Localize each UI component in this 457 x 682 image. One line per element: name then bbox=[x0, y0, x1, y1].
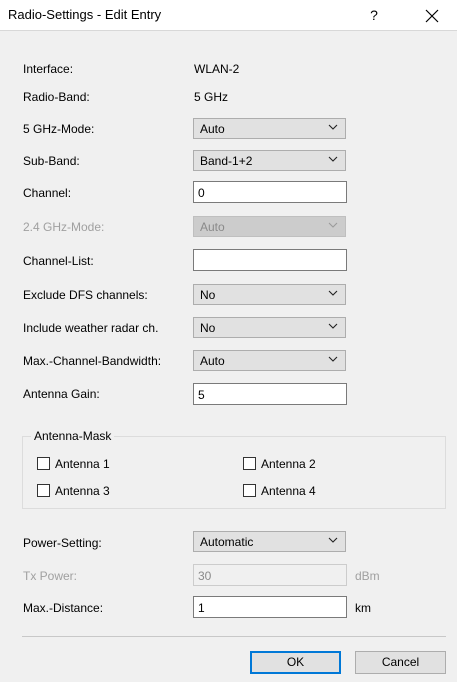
chevron-down-icon bbox=[328, 323, 338, 329]
exclude-dfs-label: Exclude DFS channels: bbox=[23, 288, 148, 302]
24ghz-mode-select: Auto bbox=[193, 216, 346, 237]
power-setting-label: Power-Setting: bbox=[23, 536, 102, 550]
max-distance-value: 1 bbox=[198, 601, 205, 615]
close-button[interactable] bbox=[412, 3, 452, 27]
exclude-dfs-select[interactable]: No bbox=[193, 284, 346, 305]
chevron-down-icon bbox=[328, 356, 338, 362]
max-bandwidth-select[interactable]: Auto bbox=[193, 350, 346, 371]
chevron-down-icon bbox=[328, 290, 338, 296]
exclude-dfs-value: No bbox=[200, 288, 216, 302]
chevron-down-icon bbox=[328, 222, 338, 228]
chevron-down-icon bbox=[328, 124, 338, 130]
max-bandwidth-value: Auto bbox=[200, 354, 225, 368]
antenna-3-checkbox[interactable]: Antenna 3 bbox=[37, 484, 147, 500]
channel-label: Channel: bbox=[23, 186, 72, 200]
max-distance-input[interactable]: 1 bbox=[193, 596, 347, 618]
channel-value: 0 bbox=[198, 186, 205, 200]
chevron-down-icon bbox=[328, 156, 338, 162]
max-distance-unit: km bbox=[355, 601, 371, 615]
checkbox-box bbox=[37, 457, 50, 470]
antenna-3-label: Antenna 3 bbox=[55, 484, 110, 498]
antenna-gain-value: 5 bbox=[198, 388, 205, 402]
interface-label: Interface: bbox=[23, 62, 74, 76]
antenna-1-checkbox[interactable]: Antenna 1 bbox=[37, 457, 147, 473]
antenna-2-checkbox[interactable]: Antenna 2 bbox=[243, 457, 353, 473]
antenna-4-checkbox[interactable]: Antenna 4 bbox=[243, 484, 353, 500]
close-icon bbox=[425, 9, 439, 23]
max-bandwidth-label: Max.-Channel-Bandwidth: bbox=[23, 354, 162, 368]
help-button[interactable]: ? bbox=[360, 3, 388, 27]
checkbox-box bbox=[37, 484, 50, 497]
window-title: Radio-Settings - Edit Entry bbox=[8, 7, 162, 22]
channel-list-label: Channel-List: bbox=[23, 254, 94, 268]
5ghz-mode-label: 5 GHz-Mode: bbox=[23, 122, 95, 136]
checkbox-box bbox=[243, 484, 256, 497]
24ghz-mode-value: Auto bbox=[200, 220, 225, 234]
tx-power-value: 30 bbox=[198, 569, 212, 583]
channel-input[interactable]: 0 bbox=[193, 181, 347, 203]
checkbox-box bbox=[243, 457, 256, 470]
5ghz-mode-select[interactable]: Auto bbox=[193, 118, 346, 139]
weather-radar-label: Include weather radar ch. bbox=[23, 321, 159, 335]
antenna-1-label: Antenna 1 bbox=[55, 457, 110, 471]
radio-band-value: 5 GHz bbox=[194, 90, 229, 104]
channel-list-input[interactable] bbox=[193, 249, 347, 271]
weather-radar-select[interactable]: No bbox=[193, 317, 346, 338]
ok-button[interactable]: OK bbox=[250, 651, 341, 674]
antenna-mask-title: Antenna-Mask bbox=[31, 429, 115, 443]
tx-power-unit: dBm bbox=[355, 569, 380, 583]
tx-power-input: 30 bbox=[193, 564, 347, 586]
tx-power-label: Tx Power: bbox=[23, 569, 78, 583]
chevron-down-icon bbox=[328, 537, 338, 543]
radio-band-label: Radio-Band: bbox=[23, 90, 90, 104]
title-bar: Radio-Settings - Edit Entry ? bbox=[0, 0, 457, 31]
power-setting-select[interactable]: Automatic bbox=[193, 531, 346, 552]
antenna-gain-label: Antenna Gain: bbox=[23, 387, 100, 401]
separator bbox=[22, 636, 446, 637]
max-distance-label: Max.-Distance: bbox=[23, 601, 104, 615]
weather-radar-value: No bbox=[200, 321, 216, 335]
interface-value: WLAN-2 bbox=[194, 62, 240, 76]
sub-band-select[interactable]: Band-1+2 bbox=[193, 150, 346, 171]
antenna-gain-input[interactable]: 5 bbox=[193, 383, 347, 405]
antenna-2-label: Antenna 2 bbox=[261, 457, 316, 471]
24ghz-mode-label: 2.4 GHz-Mode: bbox=[23, 220, 105, 234]
antenna-4-label: Antenna 4 bbox=[261, 484, 316, 498]
5ghz-mode-value: Auto bbox=[200, 122, 225, 136]
sub-band-label: Sub-Band: bbox=[23, 154, 80, 168]
sub-band-value: Band-1+2 bbox=[200, 154, 253, 168]
cancel-button[interactable]: Cancel bbox=[355, 651, 446, 674]
power-setting-value: Automatic bbox=[200, 535, 254, 549]
